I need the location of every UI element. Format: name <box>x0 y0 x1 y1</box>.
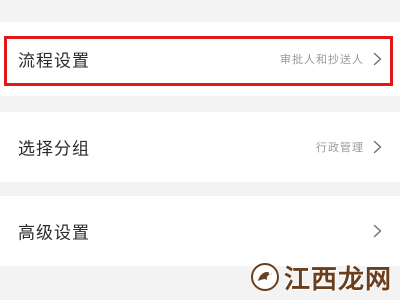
chevron-right-icon <box>373 52 382 66</box>
chevron-right-icon <box>373 224 382 238</box>
settings-item-group[interactable]: 选择分组 行政管理 <box>0 112 400 182</box>
settings-item-label: 高级设置 <box>18 223 90 244</box>
settings-item-value: 行政管理 <box>316 141 364 154</box>
dragon-logo-icon <box>250 262 280 292</box>
settings-item-label: 流程设置 <box>18 51 90 72</box>
settings-item-label: 选择分组 <box>18 139 90 160</box>
settings-item-advanced[interactable]: 高级设置 <box>0 196 400 266</box>
settings-item-value: 审批人和抄送人 <box>280 53 364 66</box>
settings-item-process[interactable]: 流程设置 审批人和抄送人 <box>0 22 400 96</box>
chevron-right-icon <box>373 140 382 154</box>
settings-page: 流程设置 审批人和抄送人 选择分组 行政管理 高级设置 江西龙网 <box>0 0 400 300</box>
watermark-text: 江西龙网 <box>283 264 392 295</box>
watermark: 江西龙网 <box>250 260 392 295</box>
